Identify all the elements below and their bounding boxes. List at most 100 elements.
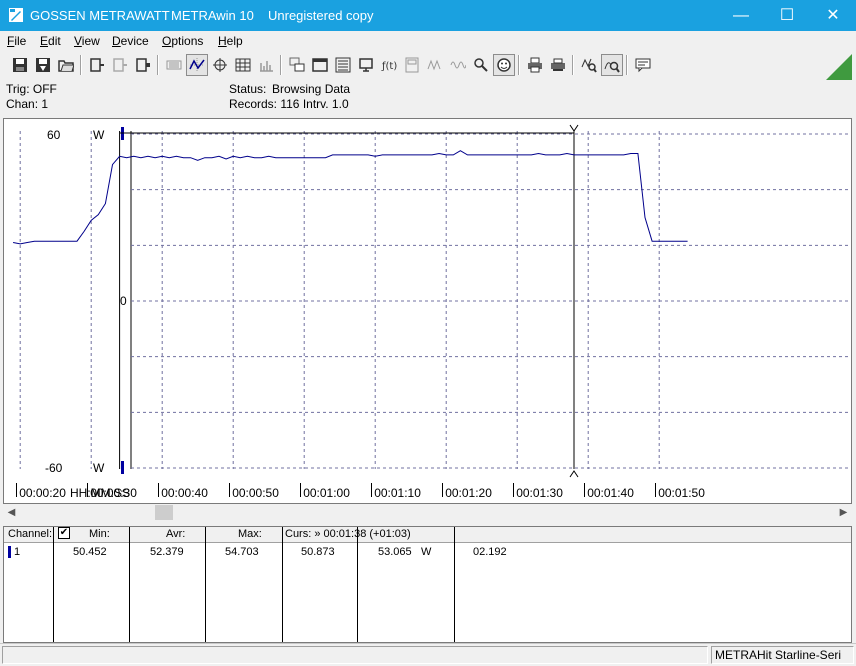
col-channel: Channel: (8, 528, 53, 540)
value-table: Channel: ✔ Min: Avr: Max: Curs: » 00:01:… (3, 526, 852, 643)
signal-button[interactable] (424, 54, 446, 76)
search-device-icon (474, 58, 488, 72)
license-text: Unregistered copy (268, 8, 374, 23)
zoom-chart-button[interactable] (578, 54, 600, 76)
status-value: Browsing Data (272, 82, 351, 96)
print-icon (528, 57, 542, 73)
svg-text:ƒ(t): ƒ(t) (381, 61, 397, 72)
device-config-icon (136, 58, 150, 72)
channel-checkbox[interactable]: ✔ (58, 527, 70, 539)
open-button[interactable] (55, 54, 77, 76)
row-cursor1: 50.873 (301, 546, 335, 558)
table-button[interactable] (232, 54, 254, 76)
table-icon (235, 58, 251, 72)
col-cursor: Curs: » 00:01:38 (+01:03) (285, 528, 411, 540)
records-status: Records: 116 Intrv. 1.0 (229, 97, 349, 111)
row-diff: 02.192 (473, 546, 507, 558)
vendor-name: GOSSEN METRAWATT (30, 8, 170, 23)
list-button[interactable] (332, 54, 354, 76)
crosshair-button[interactable] (209, 54, 231, 76)
tile-icon (289, 57, 305, 72)
open-icon (58, 60, 74, 72)
row-max: 54.703 (225, 546, 259, 558)
wave-button[interactable] (447, 54, 469, 76)
status-bar: METRAHit Starline-Seri (0, 643, 856, 666)
meter-icon (405, 57, 419, 73)
status-label: Status: (229, 82, 267, 96)
y-range-marker-bottom (121, 461, 124, 474)
monitor-icon (359, 58, 373, 72)
zoom-wave-button[interactable] (601, 54, 623, 76)
bar-graph-icon (260, 61, 273, 72)
chart-trace-icon (189, 58, 205, 72)
search-device-button[interactable] (470, 54, 492, 76)
title-bar: GOSSEN METRAWATT METRAwin 10 Unregistere… (0, 0, 856, 31)
data-trace (13, 150, 688, 245)
zoom-wave-icon (604, 61, 620, 73)
minimize-button[interactable]: — (718, 0, 764, 31)
device-read-icon (90, 58, 104, 72)
smiley-button[interactable] (493, 54, 515, 76)
keyboard-button[interactable] (163, 54, 185, 76)
save-as-button[interactable] (32, 54, 54, 76)
scroll-thumb[interactable] (155, 505, 173, 520)
save-as-icon (36, 58, 50, 72)
toolbar: ƒ(t) (0, 51, 856, 82)
col-avr: Avr: (166, 528, 186, 540)
row-min: 50.452 (73, 546, 107, 558)
menu-device[interactable]: Device (112, 34, 149, 48)
row-cursor2: 53.065 (378, 546, 412, 558)
app-name: METRAwin 10 (171, 8, 254, 23)
signal-icon (427, 59, 441, 71)
device-write-icon (113, 58, 127, 72)
message-button[interactable] (632, 54, 654, 76)
meter-button[interactable] (401, 54, 423, 76)
crosshair-icon (213, 58, 227, 72)
cursor-marker-bottom[interactable] (569, 470, 579, 478)
col-min: Min: (89, 528, 110, 540)
status-pane-main (2, 646, 708, 664)
horizontal-scrollbar[interactable]: ◀ ▶ (3, 504, 852, 521)
device-config-button[interactable] (132, 54, 154, 76)
bar-graph-button[interactable] (255, 54, 277, 76)
maximize-button[interactable]: ☐ (764, 0, 810, 31)
device-read-button[interactable] (86, 54, 108, 76)
menu-help[interactable]: Help (218, 34, 243, 48)
wave-icon (450, 61, 466, 69)
save-button[interactable] (9, 54, 31, 76)
scroll-left-arrow[interactable]: ◀ (3, 504, 20, 521)
monitor-button[interactable] (355, 54, 377, 76)
save-icon (13, 58, 27, 72)
activity-indicator (826, 54, 852, 80)
device-name: METRAHit Starline-Seri (711, 646, 854, 664)
close-button[interactable]: ✕ (810, 0, 856, 31)
menu-file[interactable]: File (7, 34, 26, 48)
list-icon (335, 57, 351, 73)
scroll-right-arrow[interactable]: ▶ (835, 504, 852, 521)
print-preview-icon (551, 58, 565, 71)
smiley-icon (497, 58, 511, 72)
window-button[interactable] (309, 54, 331, 76)
status-area: Trig: OFF Chan: 1 Status: Browsing Data … (0, 81, 856, 117)
tile-button[interactable] (286, 54, 308, 76)
print-preview-button[interactable] (547, 54, 569, 76)
fx-button[interactable]: ƒ(t) (378, 54, 400, 76)
menu-edit[interactable]: Edit (40, 34, 61, 48)
cursor-marker-top[interactable] (569, 124, 579, 132)
menu-options[interactable]: Options (162, 34, 203, 48)
chart-panel[interactable]: 60 W 0 -60 W HH:MM:SS 00:00:20 00:00:30 00… (3, 118, 852, 504)
print-button[interactable] (524, 54, 546, 76)
zoom-chart-icon (581, 58, 597, 73)
row-unit: W (421, 546, 432, 558)
channel-color-marker (8, 546, 11, 558)
menu-view[interactable]: View (74, 34, 100, 48)
device-write-button[interactable] (109, 54, 131, 76)
chart-trace-button[interactable] (186, 54, 208, 76)
menu-bar: File Edit View Device Options Help (0, 31, 856, 51)
trigger-status: Trig: OFF (6, 82, 57, 96)
col-max: Max: (238, 528, 262, 540)
channel-status: Chan: 1 (6, 97, 49, 111)
row-avr: 52.379 (150, 546, 184, 558)
row-channel: 1 (14, 546, 21, 558)
message-icon (635, 58, 651, 73)
